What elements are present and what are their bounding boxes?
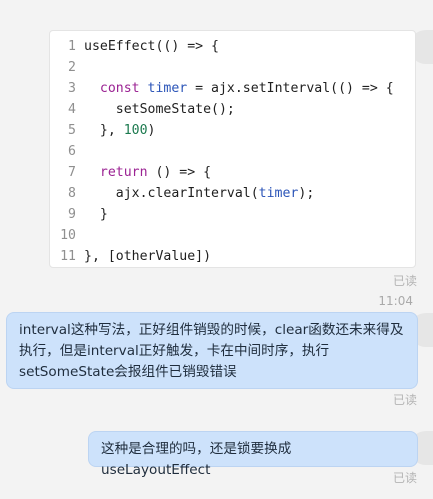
line-number: 4 [68, 102, 76, 117]
code-token: }, [84, 123, 124, 138]
code-token: = ajx.setInterval(() => { [187, 81, 394, 96]
code-line: 4 setSomeState(); [50, 99, 415, 120]
code-line: 10 [50, 225, 415, 246]
code-text: ajx.clearInterval(timer); [84, 183, 315, 204]
code-text: } [84, 204, 108, 225]
line-number: 2 [68, 60, 76, 75]
code-line: 3 const timer = ajx.setInterval(() => { [50, 78, 415, 99]
code-text: }, 100) [84, 120, 156, 141]
code-token: ); [298, 186, 315, 201]
line-number: 7 [68, 165, 76, 180]
code-token: timer [258, 186, 299, 201]
line-number: 9 [68, 207, 76, 222]
line-number: 11 [60, 249, 76, 264]
code-line: 6 [50, 141, 415, 162]
message-bubble[interactable]: 这种是合理的吗，还是锁要换成 useLayoutEffect [88, 431, 418, 478]
message-bubble[interactable]: interval这种写法，正好组件销毁的时候，clear函数还未来得及 执行，但… [6, 312, 418, 389]
code-token: useEffect(() => { [84, 39, 219, 54]
code-token: ajx.clearInterval( [84, 186, 259, 201]
code-text: return () => { [84, 162, 211, 183]
code-line: 9 } [50, 204, 415, 225]
message-line: 执行，但是interval正好触发，卡在中间时序，执行 [19, 343, 330, 359]
code-token: return [99, 165, 148, 180]
message-timestamp: 11:04 [378, 294, 413, 308]
read-status: 已读 [392, 471, 417, 485]
code-token: const [99, 81, 140, 96]
line-number: 6 [68, 144, 76, 159]
line-number: 5 [68, 123, 76, 138]
code-line: 5 }, 100) [50, 120, 415, 141]
code-token: }, [otherValue]) [84, 249, 212, 264]
message-line: interval这种写法，正好组件销毁的时候，clear函数还未来得及 [19, 322, 404, 338]
code-line: 8 ajx.clearInterval(timer); [50, 183, 415, 204]
code-token: ) [147, 123, 156, 138]
code-token: } [84, 207, 108, 222]
line-number: 1 [68, 39, 76, 54]
code-line: 11 }, [otherValue]) [50, 246, 415, 267]
code-line: 7 return () => { [50, 162, 415, 183]
line-number: 8 [68, 186, 76, 201]
code-text: setSomeState(); [84, 99, 235, 120]
code-token: () => { [147, 165, 212, 180]
code-token: setSomeState(); [84, 102, 235, 117]
line-number: 10 [60, 228, 76, 243]
code-message-card[interactable]: 1 useEffect(() => { 2 3 const timer = ajx.s… [49, 30, 416, 268]
line-number: 3 [68, 81, 76, 96]
code-text: useEffect(() => { [84, 36, 219, 57]
read-status: 已读 [392, 274, 417, 288]
message-line: setSomeState会报组件已销毁错误 [19, 364, 237, 380]
code-token: 100 [123, 123, 148, 138]
code-text: const timer = ajx.setInterval(() => { [84, 78, 394, 99]
read-status: 已读 [392, 393, 417, 407]
code-token: timer [139, 81, 188, 96]
code-line: 2 [50, 57, 415, 78]
code-line: 1 useEffect(() => { [50, 36, 415, 57]
message-line: 这种是合理的吗，还是锁要换成 useLayoutEffect [101, 441, 292, 478]
code-text: }, [otherValue]) [84, 246, 211, 267]
